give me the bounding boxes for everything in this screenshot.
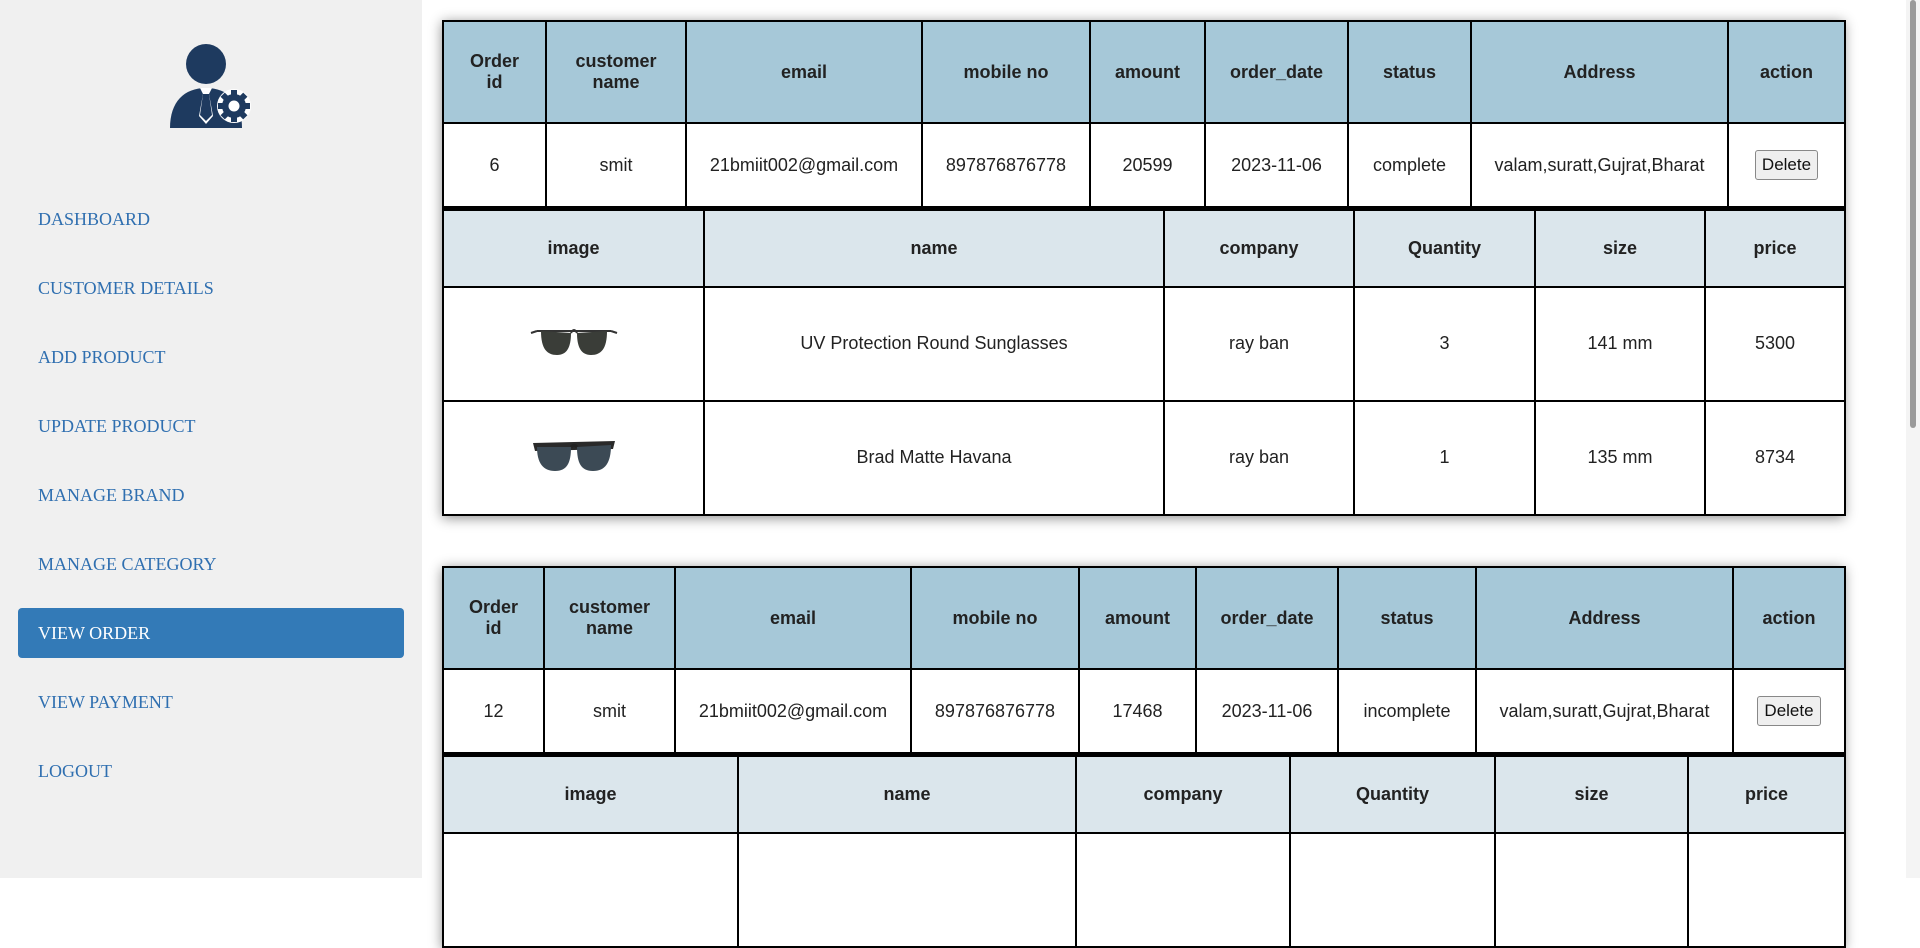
order-header-row: Order id customer name email mobile no amo…	[442, 20, 1846, 124]
scrollbar-thumb[interactable]	[1910, 0, 1916, 428]
mobile-no: 897876876778	[910, 668, 1080, 754]
col-size: size	[1494, 754, 1689, 834]
col-action: action	[1727, 20, 1846, 124]
delete-button[interactable]: Delete	[1757, 696, 1821, 726]
item-size: 135 mm	[1534, 399, 1706, 516]
sidebar-item-manage-brand[interactable]: MANAGE BRAND	[18, 470, 404, 520]
sidebar-item-add-product[interactable]: ADD PRODUCT	[18, 332, 404, 382]
sidebar-item-customer-details[interactable]: CUSTOMER DETAILS	[18, 263, 404, 313]
col-status: status	[1337, 566, 1477, 670]
col-price: price	[1704, 208, 1846, 288]
status: complete	[1347, 122, 1472, 208]
address: valam,suratt,Gujrat,Bharat	[1470, 122, 1729, 208]
item-price: 8734	[1704, 399, 1846, 516]
email: 21bmiit002@gmail.com	[674, 668, 912, 754]
item-company: ray ban	[1163, 399, 1355, 516]
col-order-date: order_date	[1204, 20, 1349, 124]
mobile-no: 897876876778	[921, 122, 1091, 208]
col-price: price	[1687, 754, 1846, 834]
sidebar-item-dashboard[interactable]: DASHBOARD	[18, 194, 404, 244]
col-amount: amount	[1078, 566, 1197, 670]
col-size: size	[1534, 208, 1706, 288]
order-header-row: Order id customer name email mobile no amo…	[442, 566, 1846, 670]
table-row: UV Protection Round Sunglasses ray ban 3…	[442, 285, 1846, 402]
sunglasses-wayfarer-icon	[527, 433, 621, 477]
order-card: Order id customer name email mobile no amo…	[442, 20, 1846, 516]
item-image-cell	[442, 399, 705, 516]
col-order-id: Order id	[442, 566, 545, 670]
items-header-row: image name company Quantity size price	[442, 208, 1846, 288]
col-customer-name: customer name	[545, 20, 687, 124]
col-email: email	[674, 566, 912, 670]
sidebar-item-update-product[interactable]: UPDATE PRODUCT	[18, 401, 404, 451]
order-table: Order id customer name email mobile no amo…	[442, 566, 1846, 754]
customer-name: smit	[545, 122, 687, 208]
col-name: name	[703, 208, 1165, 288]
order-table: Order id customer name email mobile no amo…	[442, 20, 1846, 208]
amount: 17468	[1078, 668, 1197, 754]
action-cell: Delete	[1727, 122, 1846, 208]
order-id: 6	[442, 122, 547, 208]
sidebar-item-logout[interactable]: LOGOUT	[18, 746, 404, 796]
col-name: name	[737, 754, 1077, 834]
item-company: ray ban	[1163, 285, 1355, 402]
item-image-cell	[442, 285, 705, 402]
item-name: UV Protection Round Sunglasses	[703, 285, 1165, 402]
order-date: 2023-11-06	[1204, 122, 1349, 208]
customer-name: smit	[543, 668, 676, 754]
item-quantity: 1	[1353, 399, 1536, 516]
col-order-id: Order id	[442, 20, 547, 124]
col-company: company	[1075, 754, 1291, 834]
order-items-table: image name company Quantity size price	[442, 208, 1846, 516]
status: incomplete	[1337, 668, 1477, 754]
item-size: 141 mm	[1534, 285, 1706, 402]
col-image: image	[442, 208, 705, 288]
col-quantity: Quantity	[1353, 208, 1536, 288]
admin-user-gear-icon	[166, 42, 258, 128]
col-mobile: mobile no	[910, 566, 1080, 670]
col-address: Address	[1470, 20, 1729, 124]
col-order-date: order_date	[1195, 566, 1339, 670]
col-mobile: mobile no	[921, 20, 1091, 124]
item-quantity	[1289, 831, 1496, 948]
order-id: 12	[442, 668, 545, 754]
item-quantity: 3	[1353, 285, 1536, 402]
sidebar: DASHBOARD CUSTOMER DETAILS ADD PRODUCT U…	[0, 0, 422, 878]
table-row: Brad Matte Havana ray ban 1 135 mm 8734	[442, 399, 1846, 516]
delete-button[interactable]: Delete	[1754, 150, 1819, 180]
action-cell: Delete	[1732, 668, 1846, 754]
table-row: 6 smit 21bmiit002@gmail.com 897876876778…	[442, 122, 1846, 208]
item-company	[1075, 831, 1291, 948]
table-row: 12 smit 21bmiit002@gmail.com 89787687677…	[442, 668, 1846, 754]
item-image-cell	[442, 831, 739, 948]
email: 21bmiit002@gmail.com	[685, 122, 923, 208]
order-date: 2023-11-06	[1195, 668, 1339, 754]
col-company: company	[1163, 208, 1355, 288]
item-price	[1687, 831, 1846, 948]
item-name: Brad Matte Havana	[703, 399, 1165, 516]
col-quantity: Quantity	[1289, 754, 1496, 834]
sidebar-item-view-payment[interactable]: VIEW PAYMENT	[18, 677, 404, 727]
col-customer-name: customer name	[543, 566, 676, 670]
amount: 20599	[1089, 122, 1206, 208]
sidebar-item-manage-category[interactable]: MANAGE CATEGORY	[18, 539, 404, 589]
sidebar-nav: DASHBOARD CUSTOMER DETAILS ADD PRODUCT U…	[18, 194, 404, 815]
col-amount: amount	[1089, 20, 1206, 124]
address: valam,suratt,Gujrat,Bharat	[1475, 668, 1734, 754]
item-price: 5300	[1704, 285, 1846, 402]
item-size	[1494, 831, 1689, 948]
col-image: image	[442, 754, 739, 834]
page-scrollbar[interactable]	[1906, 0, 1920, 878]
col-email: email	[685, 20, 923, 124]
items-header-row: image name company Quantity size price	[442, 754, 1846, 834]
col-action: action	[1732, 566, 1846, 670]
col-status: status	[1347, 20, 1472, 124]
col-address: Address	[1475, 566, 1734, 670]
item-name	[737, 831, 1077, 948]
order-card: Order id customer name email mobile no amo…	[442, 566, 1846, 948]
order-items-table: image name company Quantity size price	[442, 754, 1846, 948]
sidebar-item-view-order[interactable]: VIEW ORDER	[18, 608, 404, 658]
sunglasses-round-icon	[527, 319, 621, 363]
table-row	[442, 831, 1846, 948]
